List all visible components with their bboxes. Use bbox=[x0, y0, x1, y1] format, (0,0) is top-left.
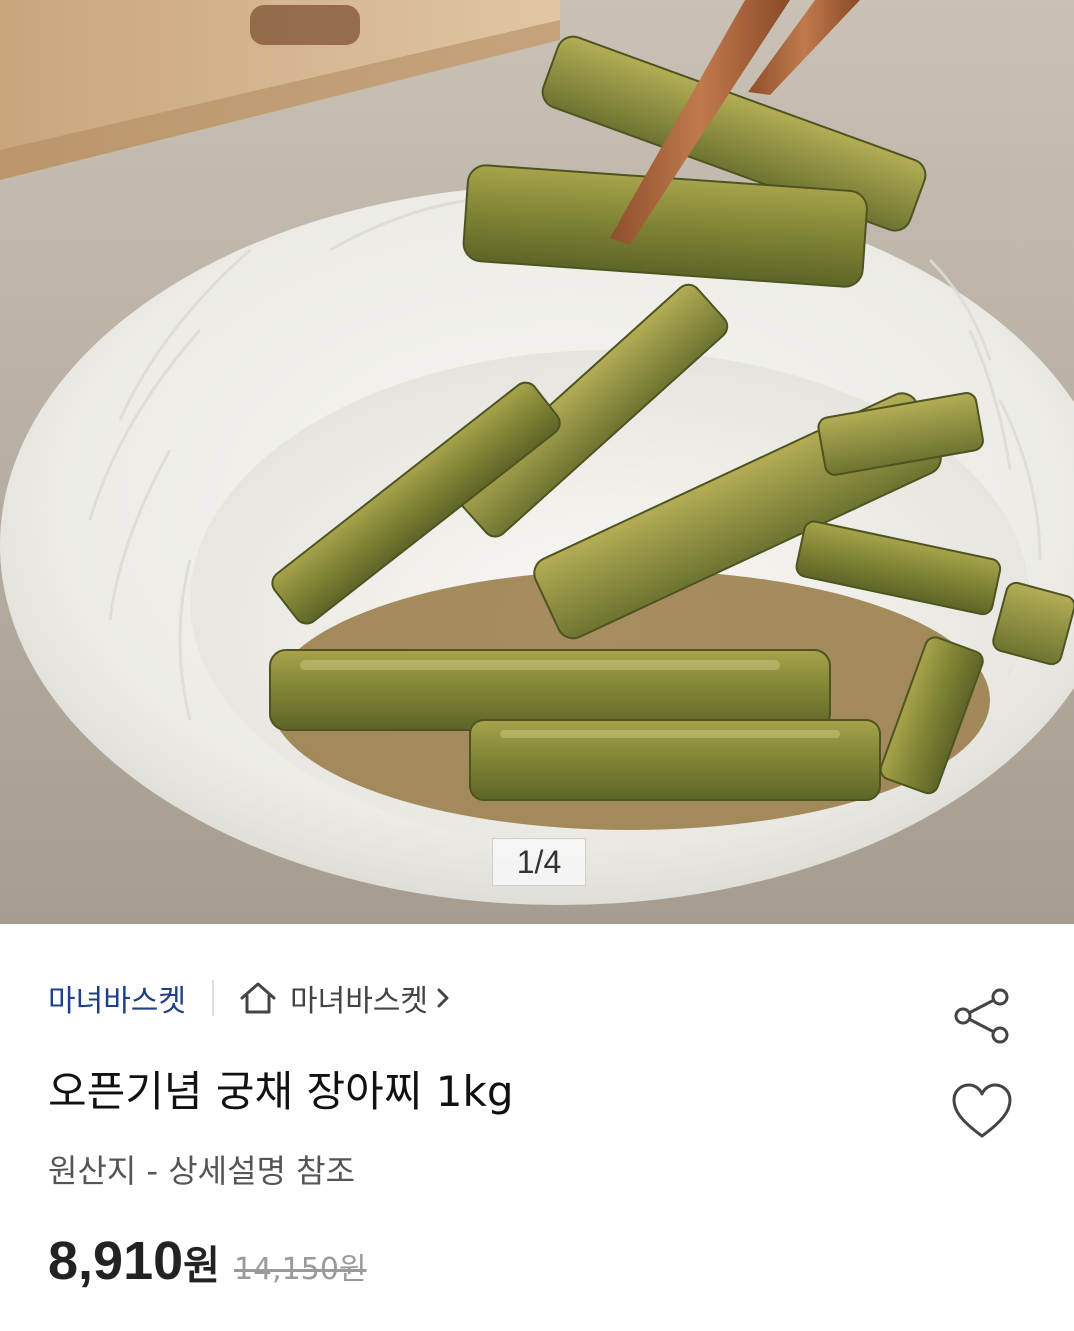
heart-icon bbox=[952, 1083, 1012, 1138]
price-row: 8,910 원 14,150원 bbox=[48, 1230, 367, 1292]
brand-divider bbox=[212, 980, 214, 1016]
brand-name[interactable]: 마녀바스켓 bbox=[48, 976, 186, 1020]
product-image bbox=[0, 0, 1074, 924]
brand-row: 마녀바스켓 마녀바스켓 bbox=[48, 976, 450, 1020]
store-link-label: 마녀바스켓 bbox=[290, 984, 428, 1019]
sale-price-unit: 원 bbox=[183, 1243, 220, 1289]
share-icon bbox=[954, 988, 1009, 1044]
store-link[interactable]: 마녀바스켓 bbox=[238, 976, 450, 1020]
share-button[interactable] bbox=[944, 978, 1020, 1054]
product-origin: 원산지 - 상세설명 참조 bbox=[48, 1152, 356, 1190]
product-image-gallery[interactable]: 1/4 bbox=[0, 0, 1074, 924]
product-info: 마녀바스켓 마녀바스켓 오픈기념 궁채 장아찌 1kg 원산지 - 상세설명 참… bbox=[0, 924, 1074, 1331]
chevron-right-icon bbox=[436, 986, 450, 1010]
home-icon bbox=[238, 980, 278, 1016]
image-counter: 1/4 bbox=[492, 838, 586, 886]
sale-price: 8,910 bbox=[48, 1231, 184, 1291]
like-button[interactable] bbox=[944, 1074, 1020, 1150]
original-price: 14,150원 bbox=[233, 1252, 367, 1287]
product-title: 오픈기념 궁채 장아찌 1kg bbox=[48, 1067, 514, 1116]
